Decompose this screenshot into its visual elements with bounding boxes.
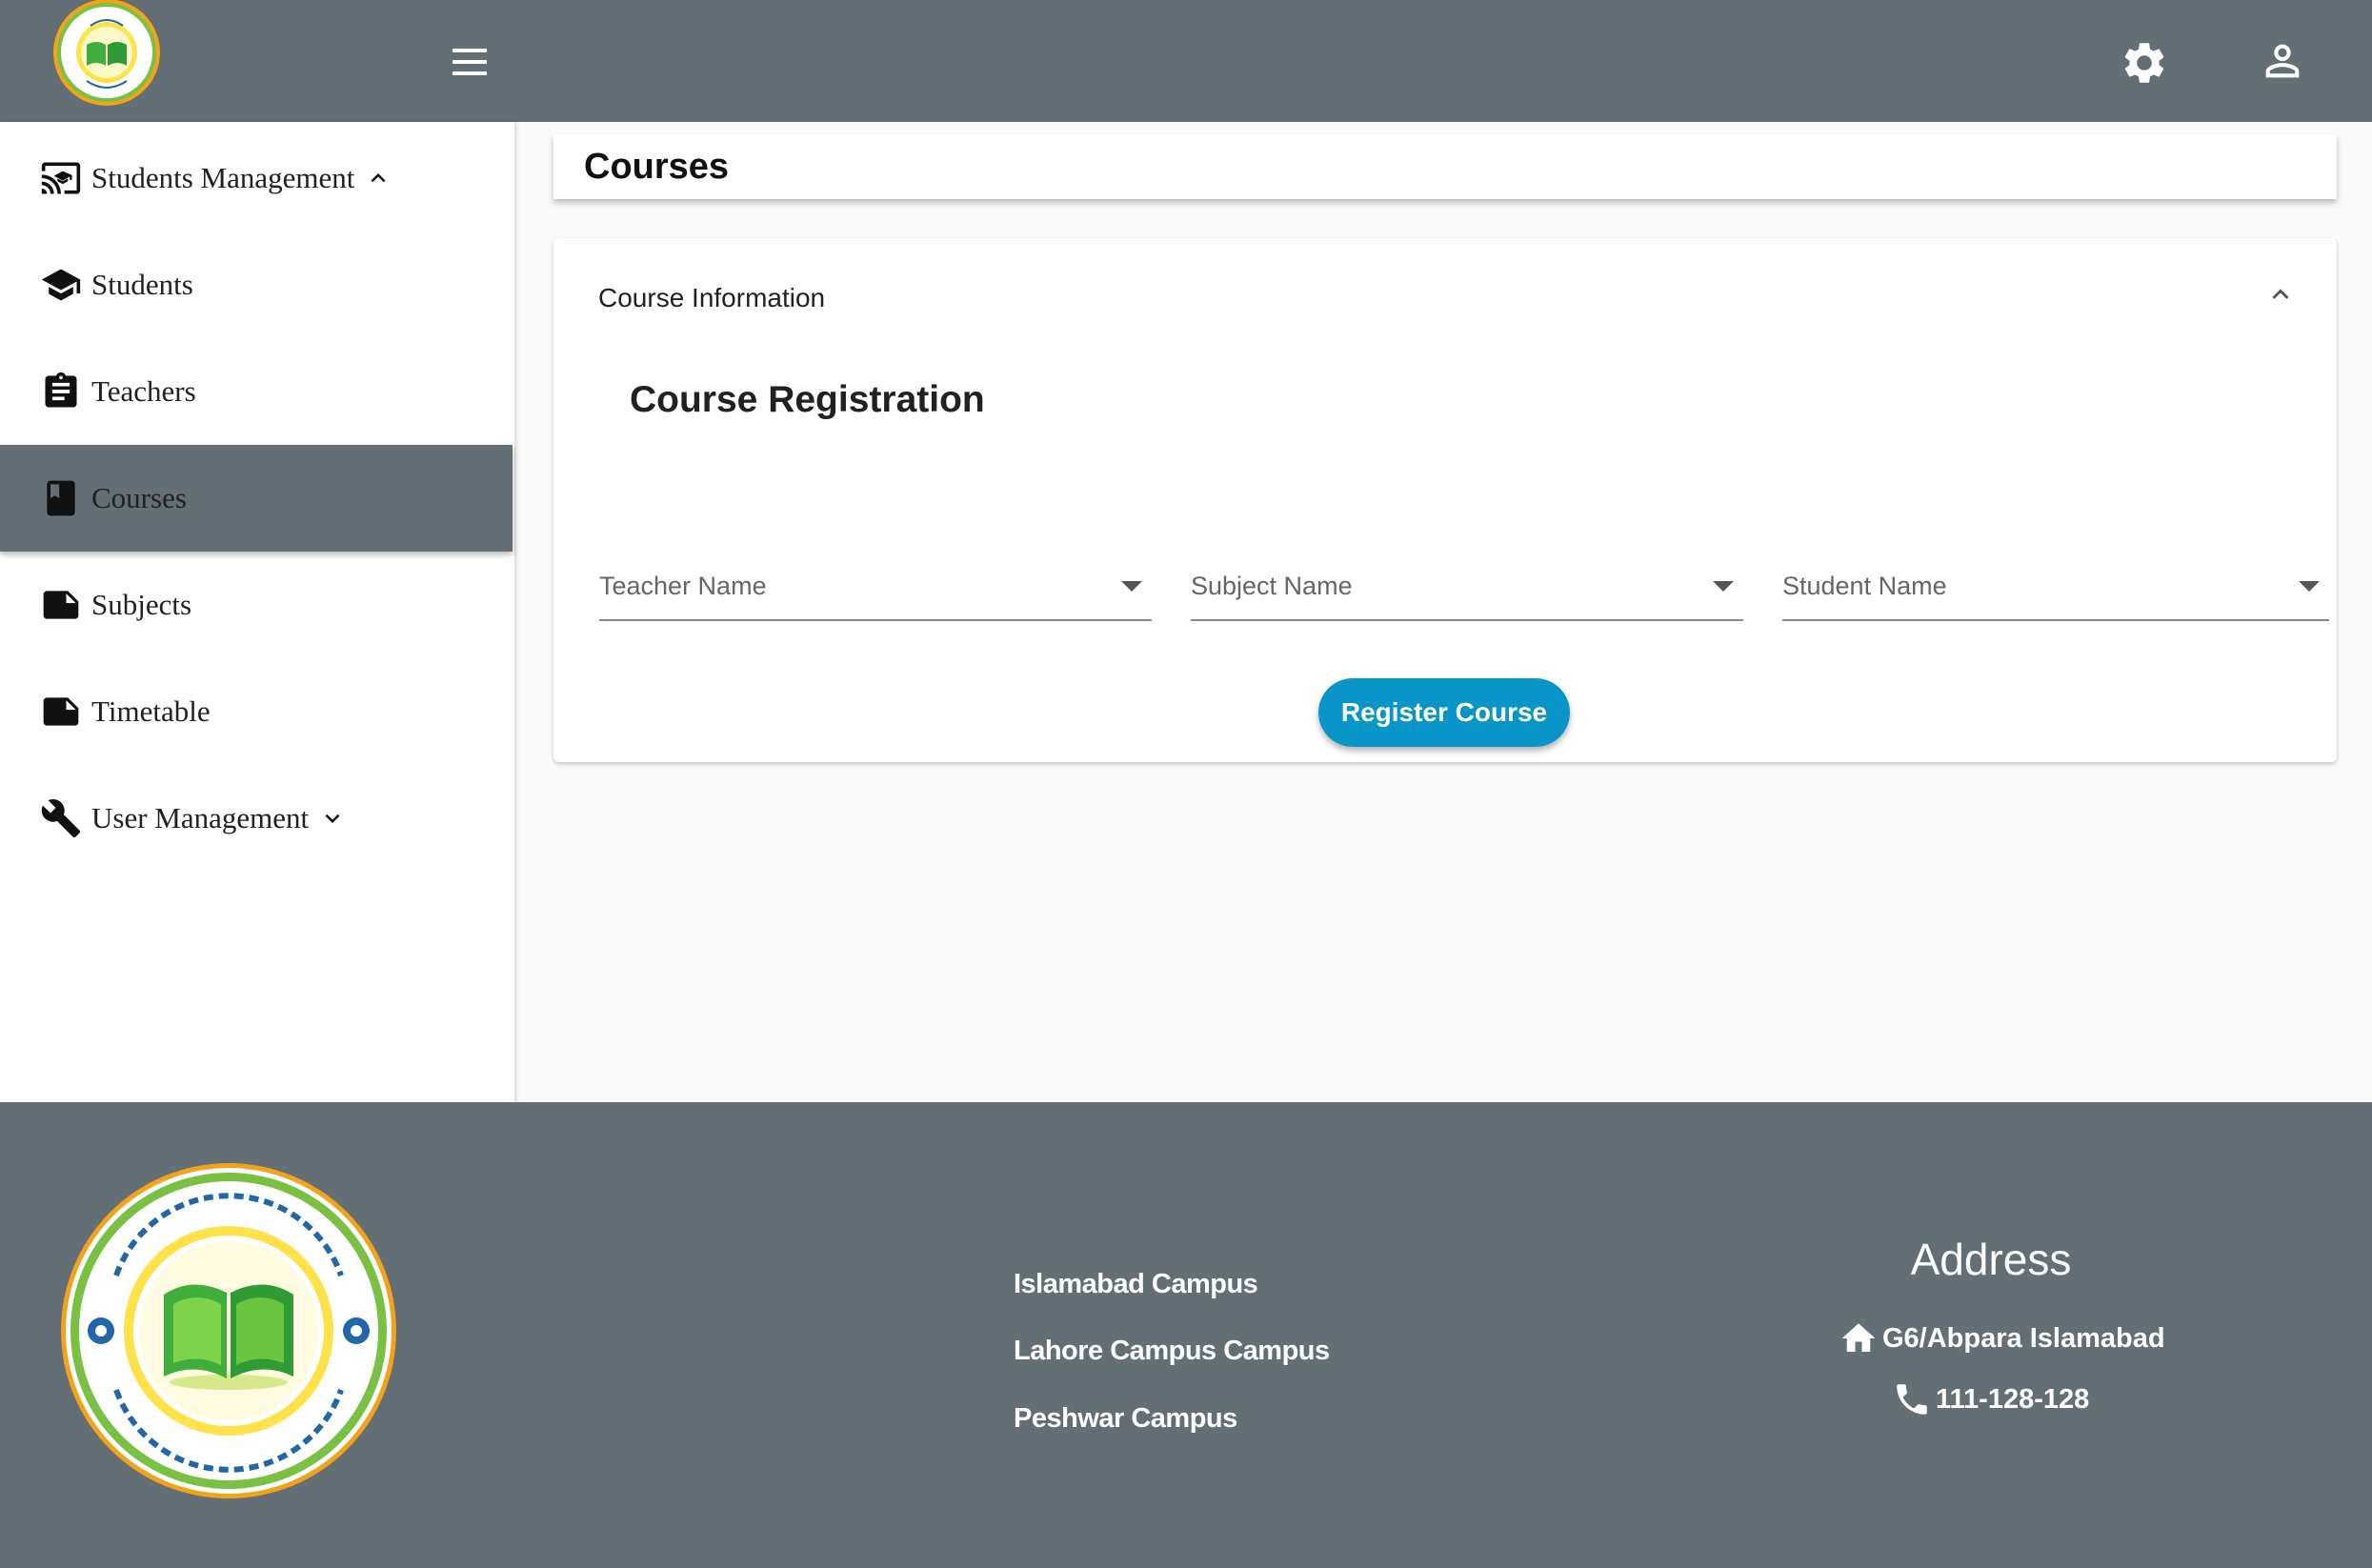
clipboard-icon bbox=[38, 369, 84, 414]
form-title: Course Registration bbox=[630, 379, 985, 420]
select-placeholder: Teacher Name bbox=[599, 572, 767, 600]
sidebar-item-students-management[interactable]: Students Management bbox=[0, 125, 513, 231]
gear-icon bbox=[2124, 43, 2164, 83]
person-icon bbox=[2265, 44, 2300, 78]
menu-icon bbox=[452, 49, 487, 52]
sidebar-item-label: User Management bbox=[91, 801, 310, 834]
campus-link-peshwar[interactable]: Peshwar Campus bbox=[1014, 1403, 1237, 1435]
address-text: G6/Abpara Islamabad bbox=[1882, 1322, 2165, 1354]
sidebar: Students Management Students Teachers Co… bbox=[0, 122, 514, 1102]
graduation-cap-icon bbox=[38, 262, 84, 308]
menu-button[interactable] bbox=[443, 38, 496, 86]
sidebar-item-students[interactable]: Students bbox=[0, 231, 513, 338]
phone-text: 111-128-128 bbox=[1936, 1383, 2090, 1415]
sidebar-item-label: Courses bbox=[91, 481, 187, 514]
address-line: G6/Abpara Islamabad bbox=[1839, 1318, 2165, 1358]
phone-icon bbox=[1897, 1384, 1927, 1415]
course-information-panel: Course Information Course Registration T… bbox=[553, 238, 2337, 762]
sidebar-item-user-management[interactable]: User Management bbox=[0, 765, 513, 872]
teacher-name-select[interactable]: Teacher Name bbox=[599, 562, 1152, 621]
footer: Islamabad Campus Lahore Campus Campus Pe… bbox=[0, 1102, 2372, 1568]
sidebar-item-subjects[interactable]: Subjects bbox=[0, 552, 513, 658]
top-app-bar bbox=[0, 0, 2372, 122]
select-placeholder: Subject Name bbox=[1191, 572, 1353, 600]
page-header: Courses bbox=[553, 134, 2337, 199]
sidebar-item-label: Students Management bbox=[91, 161, 355, 194]
chevron-up-icon bbox=[364, 164, 392, 192]
sidebar-item-label: Subjects bbox=[91, 588, 192, 621]
subject-name-select[interactable]: Subject Name bbox=[1191, 562, 1743, 621]
sidebar-item-label: Students bbox=[91, 268, 193, 301]
note-icon bbox=[38, 582, 84, 628]
select-placeholder: Student Name bbox=[1782, 572, 1947, 600]
dropdown-arrow-icon bbox=[1121, 581, 1142, 592]
address-heading: Address bbox=[1910, 1235, 2072, 1284]
student-name-select[interactable]: Student Name bbox=[1782, 562, 2329, 621]
chevron-up-icon[interactable] bbox=[2264, 278, 2297, 311]
home-icon bbox=[1841, 1323, 1876, 1352]
campus-link-lahore[interactable]: Lahore Campus Campus bbox=[1014, 1336, 1330, 1367]
menu-icon-bar bbox=[452, 71, 487, 75]
phone-line: 111-128-128 bbox=[1892, 1379, 2089, 1419]
menu-icon-bar bbox=[452, 60, 487, 64]
account-button[interactable] bbox=[2258, 36, 2307, 86]
page-title: Courses bbox=[584, 146, 730, 187]
school-logo[interactable] bbox=[39, 0, 174, 110]
note-icon bbox=[38, 689, 84, 734]
sidebar-item-teachers[interactable]: Teachers bbox=[0, 338, 513, 445]
sidebar-item-timetable[interactable]: Timetable bbox=[0, 658, 513, 765]
chevron-down-icon bbox=[318, 804, 347, 833]
settings-button[interactable] bbox=[2120, 38, 2169, 88]
sidebar-item-label: Teachers bbox=[91, 374, 196, 408]
dropdown-arrow-icon bbox=[1713, 581, 1734, 592]
campus-link-islamabad[interactable]: Islamabad Campus bbox=[1014, 1269, 1258, 1300]
cast-school-icon bbox=[38, 155, 84, 201]
panel-title: Course Information bbox=[598, 283, 826, 312]
school-seal-logo bbox=[59, 1161, 398, 1500]
sidebar-item-courses[interactable]: Courses bbox=[0, 445, 513, 552]
dropdown-arrow-icon bbox=[2299, 581, 2320, 592]
register-course-button[interactable]: Register Course bbox=[1318, 678, 1570, 747]
book-icon bbox=[38, 475, 84, 521]
panel-header[interactable]: Course Information bbox=[553, 238, 2337, 362]
wrench-icon bbox=[38, 795, 84, 841]
sidebar-item-label: Timetable bbox=[91, 694, 211, 728]
